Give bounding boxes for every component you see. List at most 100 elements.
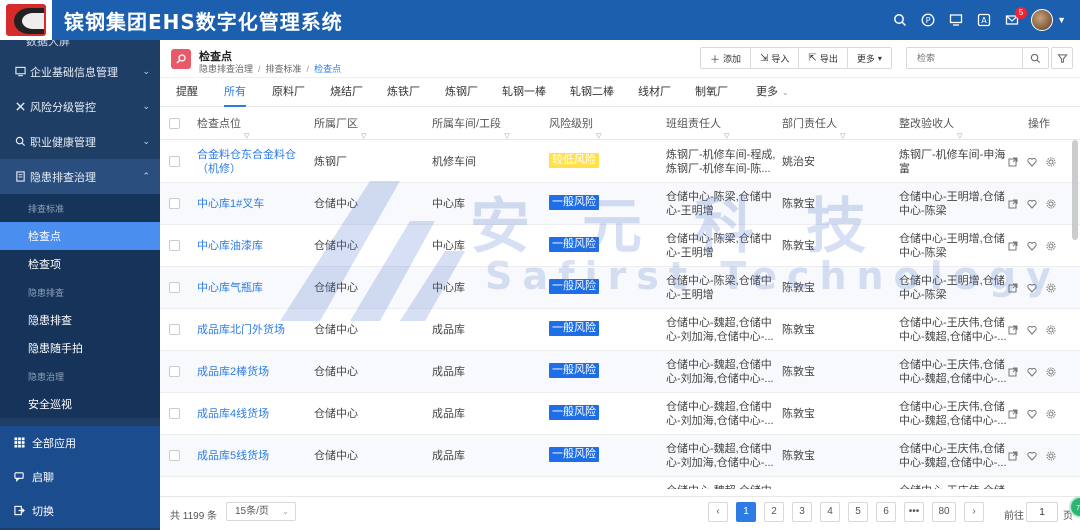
sidebar-item-risk-control[interactable]: 风险分级管控 ⌄	[0, 89, 160, 124]
table-row[interactable]: 成品库4线货场 仓储中心 成品库 一般风险 仓储中心-魏超,仓储中 心-刘加海,仓储中心-…	[160, 393, 1080, 435]
next-page-button[interactable]: ›	[964, 502, 984, 522]
row-checkbox[interactable]	[169, 198, 180, 209]
open-external-icon[interactable]	[1008, 367, 1018, 377]
open-external-icon[interactable]	[1008, 451, 1018, 461]
table-row[interactable]: 中心库1#叉车 仓储中心 中心库 一般风险 仓储中心-陈梁,仓储中 心-王明增 陈敦宝 仓储中…	[160, 183, 1080, 225]
checkpoint-link[interactable]: 中心库1#叉车	[197, 197, 264, 211]
tab-raw-material[interactable]: 原料厂	[272, 80, 305, 107]
checkpoint-link[interactable]: 中心库气瓶库	[197, 281, 263, 295]
column-header[interactable]: 整改验收人 ▿	[899, 108, 965, 142]
tab-all[interactable]: 所有	[224, 80, 246, 107]
sidebar-item-occupational-health[interactable]: 职业健康管理 ⌄	[0, 124, 160, 159]
tab-wire-rod[interactable]: 线材厂	[638, 80, 671, 107]
tab-rolling-1[interactable]: 轧钢一棒	[502, 80, 546, 107]
open-external-icon[interactable]	[1008, 283, 1018, 293]
column-header[interactable]: 部门责任人 ▿	[782, 108, 848, 142]
tab-steelmaking[interactable]: 炼钢厂	[445, 80, 478, 107]
row-checkbox[interactable]	[169, 282, 180, 293]
table-row[interactable]: 成品库2棒货场 仓储中心 成品库 一般风险 仓储中心-魏超,仓储中 心-刘加海,仓储中心-…	[160, 351, 1080, 393]
add-button[interactable]: ＋添加	[701, 48, 752, 68]
row-checkbox[interactable]	[169, 408, 180, 419]
breadcrumb-item[interactable]: 排查标准	[266, 64, 302, 74]
checkpoint-link[interactable]: 中心库油漆库	[197, 239, 263, 253]
export-button[interactable]: ⇱ 导出	[799, 48, 848, 68]
vertical-scrollbar[interactable]	[1072, 140, 1078, 240]
row-checkbox[interactable]	[169, 156, 180, 167]
filter-icon[interactable]: ▿	[724, 120, 732, 142]
page-button[interactable]: 4	[820, 502, 840, 522]
row-checkbox[interactable]	[169, 450, 180, 461]
more-button[interactable]: 更多 ▾	[847, 48, 891, 68]
gear-icon[interactable]	[1046, 241, 1056, 251]
tab-reminder[interactable]: 提醒	[176, 80, 198, 107]
monitor-icon[interactable]	[947, 11, 965, 29]
heart-icon[interactable]	[1027, 157, 1037, 167]
chat-button[interactable]: 启聊	[0, 460, 160, 494]
filter-icon[interactable]: ▿	[596, 120, 604, 142]
gear-icon[interactable]	[1046, 367, 1056, 377]
gear-icon[interactable]	[1046, 199, 1056, 209]
sidebar-item-dashboard[interactable]: 数据大屏	[0, 40, 160, 54]
table-row[interactable]: 一般风险仓储中心-魏超,仓储中仓储中心-王庆伟,仓储	[160, 477, 1080, 489]
page-button[interactable]: 6	[876, 502, 896, 522]
row-checkbox[interactable]	[169, 240, 180, 251]
tab-rolling-2[interactable]: 轧钢二棒	[570, 80, 614, 107]
heart-icon[interactable]	[1027, 199, 1037, 209]
page-button[interactable]: 3	[792, 502, 812, 522]
open-external-icon[interactable]	[1008, 409, 1018, 419]
chevron-down-icon[interactable]: ▼	[1057, 15, 1066, 25]
page-button[interactable]: 1	[736, 502, 756, 522]
column-header[interactable]: 风险级别 ▿	[549, 108, 604, 142]
p-circle-icon[interactable]: P	[919, 11, 937, 29]
avatar[interactable]	[1031, 9, 1054, 31]
heart-icon[interactable]	[1027, 325, 1037, 335]
switch-button[interactable]: 切换	[0, 494, 160, 528]
page-button[interactable]: 2	[764, 502, 784, 522]
search-icon[interactable]	[891, 11, 909, 29]
gear-icon[interactable]	[1046, 157, 1056, 167]
tab-oxygen[interactable]: 制氧厂	[695, 80, 728, 107]
gear-icon[interactable]	[1046, 451, 1056, 461]
column-header[interactable]: 所属厂区 ▿	[314, 108, 369, 142]
open-external-icon[interactable]	[1008, 157, 1018, 167]
table-row[interactable]: 中心库气瓶库 仓储中心 中心库 一般风险 仓储中心-陈梁,仓储中 心-王明增 陈敦宝 仓储中心…	[160, 267, 1080, 309]
heart-icon[interactable]	[1027, 451, 1037, 461]
checkpoint-link[interactable]: 成品库北门外货场	[197, 323, 285, 337]
table-row[interactable]: 中心库油漆库 仓储中心 中心库 一般风险 仓储中心-陈梁,仓储中 心-王明增 陈敦宝 仓储中心…	[160, 225, 1080, 267]
tab-ironmaking[interactable]: 炼铁厂	[387, 80, 420, 107]
import-button[interactable]: ⇲ 导入	[751, 48, 800, 68]
heart-icon[interactable]	[1027, 409, 1037, 419]
page-ellipsis[interactable]: •••	[904, 502, 924, 522]
sidebar-item-hazard-inspection[interactable]: 隐患排查	[0, 306, 160, 334]
sidebar-item-hazard-snapshot[interactable]: 隐患随手拍	[0, 334, 160, 362]
sidebar-item-safety-patrol[interactable]: 安全巡视	[0, 390, 160, 418]
filter-icon[interactable]: ▿	[957, 120, 965, 142]
page-button[interactable]: 5	[848, 502, 868, 522]
tab-sintering[interactable]: 烧结厂	[330, 80, 363, 107]
all-apps-button[interactable]: 全部应用	[0, 426, 160, 460]
tab-more[interactable]: 更多 ⌄	[756, 80, 789, 107]
checkpoint-link[interactable]: 成品库5线货场	[197, 449, 269, 463]
sidebar-item-check-item[interactable]: 检查项	[0, 250, 160, 278]
open-external-icon[interactable]	[1008, 199, 1018, 209]
select-all-checkbox[interactable]	[169, 118, 180, 129]
filter-icon[interactable]: ▿	[840, 120, 848, 142]
gear-icon[interactable]	[1046, 283, 1056, 293]
breadcrumb-item[interactable]: 隐患排查治理	[199, 64, 253, 74]
checkpoint-link[interactable]: 成品库4线货场	[197, 407, 269, 421]
prev-page-button[interactable]: ‹	[708, 502, 728, 522]
row-checkbox[interactable]	[169, 324, 180, 335]
goto-page-input[interactable]	[1026, 502, 1058, 522]
sidebar-item-hazard-management[interactable]: 隐患排查治理 ⌃	[0, 159, 160, 194]
gear-icon[interactable]	[1046, 409, 1056, 419]
gear-icon[interactable]	[1046, 325, 1056, 335]
sidebar-item-enterprise-info[interactable]: 企业基础信息管理 ⌄	[0, 54, 160, 89]
heart-icon[interactable]	[1027, 367, 1037, 377]
heart-icon[interactable]	[1027, 283, 1037, 293]
column-header[interactable]: 检查点位 ▿	[197, 108, 252, 142]
heart-icon[interactable]	[1027, 241, 1037, 251]
filter-icon[interactable]: ▿	[361, 120, 369, 142]
open-external-icon[interactable]	[1008, 241, 1018, 251]
open-external-icon[interactable]	[1008, 325, 1018, 335]
table-row[interactable]: 成品库北门外货场 仓储中心 成品库 一般风险 仓储中心-魏超,仓储中 心-刘加海,仓储中心…	[160, 309, 1080, 351]
